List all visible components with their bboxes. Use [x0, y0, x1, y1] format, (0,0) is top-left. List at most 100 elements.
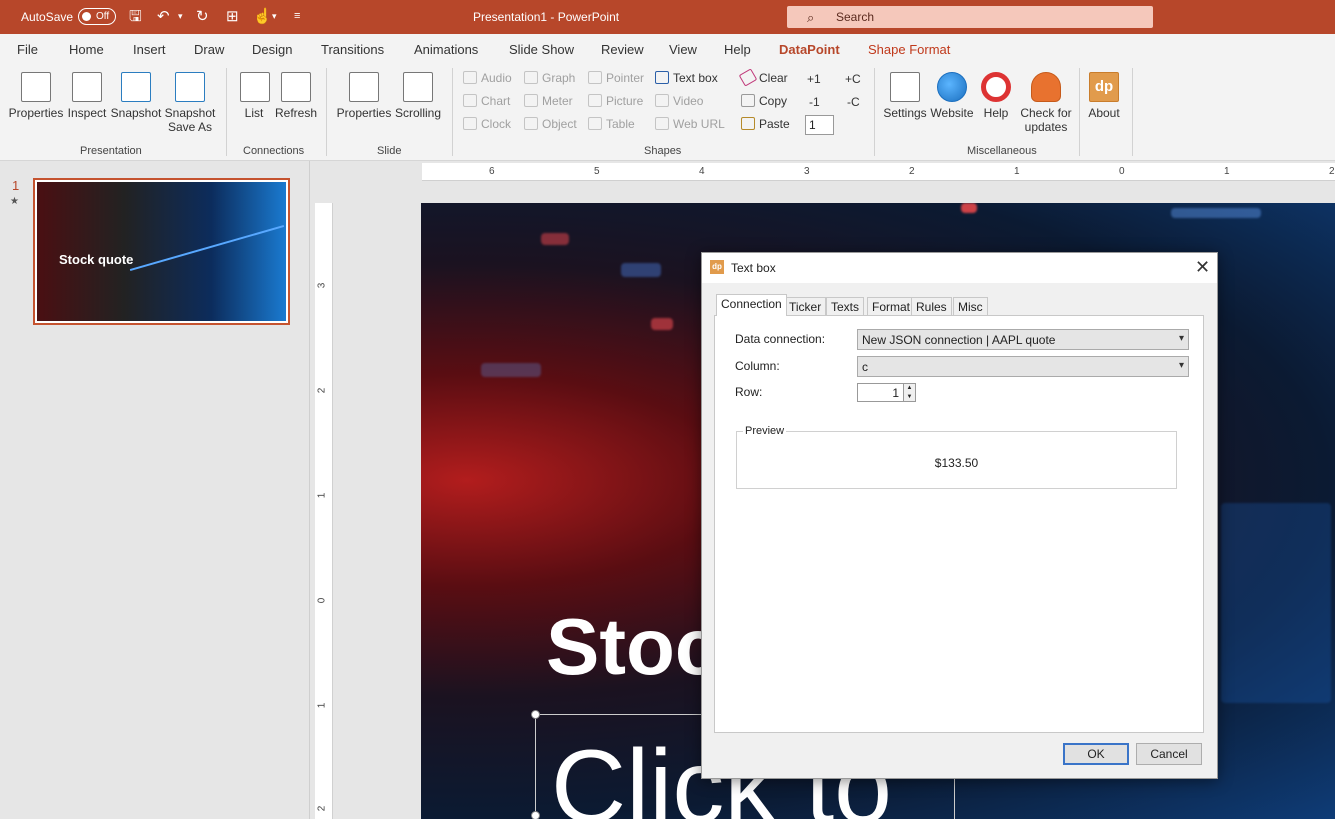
web-url-label: Web URL: [673, 117, 725, 131]
touch-dropdown-icon[interactable]: ▾: [272, 8, 277, 25]
ok-button[interactable]: OK: [1063, 743, 1129, 765]
paste-button[interactable]: Paste: [741, 117, 790, 131]
tab-format[interactable]: Format: [867, 297, 916, 316]
table-button[interactable]: Table: [588, 117, 635, 131]
autosave-label: AutoSave: [21, 10, 74, 24]
inspect-button[interactable]: Inspect: [66, 72, 108, 120]
slide-title[interactable]: Stoc: [546, 601, 719, 693]
audio-icon: [463, 71, 477, 84]
search-box[interactable]: ⌕ Search: [787, 6, 1153, 28]
textbox-button[interactable]: Text box: [655, 71, 718, 85]
audio-button[interactable]: Audio: [463, 71, 512, 85]
resize-handle[interactable]: [531, 811, 540, 819]
close-icon[interactable]: ✕: [1195, 257, 1210, 278]
tab-texts[interactable]: Texts: [826, 297, 865, 316]
tab-transitions[interactable]: Transitions: [321, 42, 384, 57]
undo-icon[interactable]: ↶: [157, 8, 170, 25]
tab-home[interactable]: Home: [69, 42, 104, 57]
globe-icon: [937, 72, 967, 102]
picture-button[interactable]: Picture: [588, 94, 643, 108]
touch-mode-icon[interactable]: ☝: [253, 8, 272, 25]
cancel-button[interactable]: Cancel: [1136, 743, 1202, 765]
column-select[interactable]: c ▾: [857, 356, 1189, 377]
preview-label: Preview: [743, 425, 787, 437]
resize-handle[interactable]: [531, 710, 540, 719]
minus-one-button[interactable]: -1: [809, 95, 820, 109]
slide-properties-button[interactable]: Properties: [336, 72, 392, 120]
inspect-icon: [72, 72, 102, 102]
slide-thumbnail-panel: 1 ★ Stock quote: [0, 161, 310, 819]
pointer-button[interactable]: Pointer: [588, 71, 644, 85]
customize-qat-icon[interactable]: ≡: [294, 8, 300, 25]
snapshot-save-as-button[interactable]: Snapshot Save As: [163, 72, 217, 134]
help-button[interactable]: Help: [980, 72, 1012, 120]
thumbnail-title: Stock quote: [59, 252, 134, 267]
step-value-input[interactable]: 1: [805, 115, 834, 135]
tab-view[interactable]: View: [669, 42, 697, 57]
properties-icon: [21, 72, 51, 102]
tab-file[interactable]: File: [17, 42, 38, 57]
website-button[interactable]: Website: [929, 72, 975, 120]
save-icon[interactable]: 🖫: [129, 8, 142, 25]
ruler-tick: 0: [1119, 166, 1125, 177]
minus-c-button[interactable]: -C: [847, 95, 860, 109]
separator: [326, 68, 327, 156]
graph-button[interactable]: Graph: [524, 71, 575, 85]
slide-thumbnail[interactable]: Stock quote: [33, 178, 290, 325]
snapshot-button[interactable]: Snapshot: [110, 72, 162, 120]
object-icon: [524, 117, 538, 130]
plus-one-button[interactable]: +1: [807, 72, 821, 86]
tab-insert[interactable]: Insert: [133, 42, 166, 57]
tab-animations[interactable]: Animations: [414, 42, 478, 57]
refresh-button[interactable]: Refresh: [274, 72, 318, 120]
chart-button[interactable]: Chart: [463, 94, 510, 108]
meter-button[interactable]: Meter: [524, 94, 573, 108]
tab-datapoint[interactable]: DataPoint: [779, 42, 840, 65]
clock-button[interactable]: Clock: [463, 117, 511, 131]
lifebuoy-icon: [981, 72, 1011, 102]
autosave-toggle[interactable]: Off: [78, 8, 116, 25]
bokeh-light: [621, 263, 661, 277]
settings-button[interactable]: Settings: [882, 72, 928, 120]
tab-slide-show[interactable]: Slide Show: [509, 42, 574, 57]
website-label: Website: [930, 106, 974, 120]
check-updates-button[interactable]: Check for updates: [1018, 72, 1074, 134]
tab-misc[interactable]: Misc: [953, 297, 988, 316]
data-connection-select[interactable]: New JSON connection | AAPL quote ▾: [857, 329, 1189, 350]
tab-connection[interactable]: Connection: [716, 294, 787, 316]
undo-dropdown-icon[interactable]: ▾: [178, 8, 183, 25]
properties-button[interactable]: Properties: [8, 72, 64, 120]
tab-shape-format[interactable]: Shape Format: [868, 42, 950, 57]
tab-rules[interactable]: Rules: [911, 297, 952, 316]
snapshot-save-as-label-2: Save As: [167, 120, 213, 134]
tab-help[interactable]: Help: [724, 42, 751, 57]
datapoint-logo-icon: dp: [1089, 72, 1119, 102]
ruler-tick: 2: [1329, 166, 1335, 177]
ruler-tick: 4: [699, 166, 705, 177]
list-button[interactable]: List: [240, 72, 270, 120]
bokeh-light: [1171, 208, 1261, 218]
chevron-down-icon: ▾: [1178, 333, 1184, 344]
document-title: Presentation1 - PowerPoint: [473, 10, 620, 24]
row-spinner[interactable]: ▲ ▼: [903, 383, 916, 402]
tab-draw[interactable]: Draw: [194, 42, 224, 57]
tab-design[interactable]: Design: [252, 42, 292, 57]
plus-c-button[interactable]: +C: [845, 72, 861, 86]
web-url-button[interactable]: Web URL: [655, 117, 725, 131]
redo-icon[interactable]: ↻: [196, 8, 209, 25]
video-button[interactable]: Video: [655, 94, 703, 108]
row-input[interactable]: 1: [857, 383, 904, 402]
about-button[interactable]: dp About: [1085, 72, 1123, 120]
scrolling-button[interactable]: Scrolling: [394, 72, 442, 120]
tab-review[interactable]: Review: [601, 42, 644, 57]
toggle-knob: [82, 12, 91, 21]
group-miscellaneous: Miscellaneous: [967, 145, 1037, 157]
present-icon[interactable]: ⊞: [226, 8, 239, 25]
chart-label: Chart: [481, 94, 511, 108]
object-button[interactable]: Object: [524, 117, 577, 131]
clear-button[interactable]: Clear: [738, 68, 788, 87]
about-label: About: [1088, 106, 1120, 120]
copy-button[interactable]: Copy: [741, 94, 787, 108]
autosave-state: Off: [96, 11, 110, 22]
tab-ticker[interactable]: Ticker: [784, 297, 827, 316]
